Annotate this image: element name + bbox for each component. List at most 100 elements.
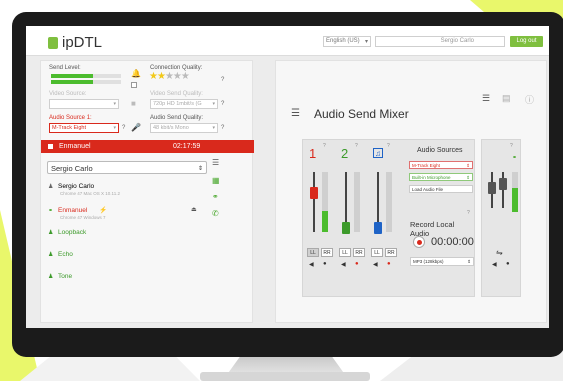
master-fader-right[interactable]	[499, 178, 507, 190]
help-icon[interactable]: ?	[467, 210, 470, 216]
audio-source-label: Audio Source 1:	[49, 115, 92, 121]
star-icon: ★	[172, 71, 182, 82]
audio-source-1-select[interactable]: M-Track Eight ⇕	[409, 161, 473, 169]
file-channel-icon: ♫	[373, 148, 383, 158]
link-icon[interactable]: ⇋	[496, 248, 503, 257]
channel-1-number: 1	[309, 146, 317, 161]
contact-name: Sergio Carlo	[58, 183, 95, 190]
audio-send-quality-value: 48 kbit/s Mono	[153, 125, 189, 131]
microphone-icon[interactable]: 🎤	[131, 123, 141, 132]
person-icon: ♟	[48, 274, 54, 280]
help-icon[interactable]: ?	[221, 101, 224, 107]
help-icon[interactable]: ?	[122, 125, 125, 131]
load-audio-file-button[interactable]: Load Audio File	[409, 185, 473, 193]
help-icon[interactable]: ?	[221, 77, 224, 83]
contact-name: Enmanuel	[58, 207, 88, 214]
microphone-icon[interactable]: ●	[323, 261, 327, 267]
microphone-icon[interactable]: ●	[506, 261, 510, 267]
chevron-down-icon: ▾	[212, 125, 215, 131]
help-icon[interactable]: ?	[355, 143, 358, 149]
contact-group-value: Sergio Carlo	[51, 164, 93, 173]
share-icon[interactable]: ⚭	[512, 154, 517, 161]
contact-item[interactable]: ♟ Sergio Carlo Chrome 47 Mac OS X 10.11.2	[48, 183, 120, 196]
contact-group-select[interactable]: Sergio Carlo ⇕	[47, 161, 207, 174]
record-button[interactable]	[413, 236, 425, 248]
channel-2-ll-button[interactable]: LL	[339, 248, 351, 257]
add-call-icon[interactable]: ✆	[212, 209, 219, 218]
star-icon: ★	[156, 71, 166, 82]
video-send-quality-select[interactable]: 720p HD 1mbit/s (G ▾	[150, 99, 218, 109]
chevron-down-icon: ▾	[212, 101, 215, 107]
send-level-meter	[51, 74, 121, 78]
star-icon: ★	[180, 71, 190, 82]
connection-quality-stars: ★★★★★	[149, 71, 190, 82]
document-icon[interactable]: ▤	[502, 93, 511, 104]
channel-3-rr-button[interactable]: RR	[385, 248, 397, 257]
channel-1-meter-fill	[322, 211, 328, 232]
alert-checkbox[interactable]	[131, 82, 137, 88]
active-call-bar[interactable]: Enmanuel 02:17:59	[41, 140, 254, 153]
info-icon[interactable]: ⓘ	[525, 93, 534, 106]
speaker-icon[interactable]: ◀	[309, 261, 314, 268]
contact-name: Echo	[58, 251, 73, 258]
logout-button[interactable]: Log out	[510, 36, 543, 47]
active-call-timer: 02:17:59	[173, 143, 201, 150]
bell-icon[interactable]: 🔔	[131, 69, 141, 78]
help-icon[interactable]: ?	[387, 143, 390, 149]
audio-source-2-select[interactable]: Built-in Microphone ⇕	[409, 173, 473, 181]
chevron-down-icon: ▾	[364, 39, 368, 45]
video-source-select[interactable]: ▾	[49, 99, 119, 109]
help-icon[interactable]: ?	[510, 143, 513, 149]
contact-item[interactable]: ♟ Loopback	[48, 229, 86, 236]
help-icon[interactable]: ?	[323, 143, 326, 149]
app-screen: ipDTL English (US) ▾ Sergio Carlo Log ou…	[26, 26, 549, 328]
active-call-name: Enmanuel	[59, 143, 91, 150]
mixer-channels: 1 ? LL RR ◀ ● 2 ? LL RR ◀ ● ♫ ? LL RR ◀ …	[302, 139, 475, 297]
contact-item[interactable]: ♟ Tone	[48, 273, 72, 280]
speaker-icon[interactable]: ◀	[341, 261, 346, 268]
audio-source-select[interactable]: M-Track Eight ▾	[49, 123, 119, 133]
person-icon: ♟	[48, 230, 54, 236]
record-format-select[interactable]: MP3 (128kbps) ⇕	[410, 257, 474, 266]
user-name-field: Sergio Carlo	[375, 36, 505, 47]
share-icon[interactable]: ⚭	[212, 192, 219, 201]
video-send-quality-label: Video Send Quality:	[150, 91, 203, 97]
channel-1-track	[313, 172, 315, 232]
audio-source-2-value: Built-in Microphone	[412, 175, 451, 180]
settings-panel: Send Level: 🔔 Connection Quality: ★★★★★ …	[40, 60, 254, 323]
star-icon: ★	[149, 71, 158, 82]
mixer-icon[interactable]: ☰	[482, 93, 490, 104]
record-format-value: MP3 (128kbps)	[413, 259, 444, 264]
record-time: 00:00:00	[431, 236, 474, 248]
channel-2-fader[interactable]	[342, 222, 350, 234]
channel-3-fader[interactable]	[374, 222, 382, 234]
speaker-icon[interactable]: ◀	[492, 261, 497, 268]
master-fader-left[interactable]	[488, 182, 496, 194]
send-level-fill	[51, 74, 93, 78]
video-source-label: Video Source:	[49, 91, 87, 97]
eject-icon[interactable]: ⏏	[191, 206, 197, 213]
logo-icon	[48, 36, 58, 49]
audio-source-value: M-Track Eight	[52, 125, 87, 131]
channel-3-ll-button[interactable]: LL	[371, 248, 383, 257]
chevron-down-icon: ⇕	[467, 259, 471, 264]
channel-1-ll-button[interactable]: LL	[307, 248, 319, 257]
channel-1-rr-button[interactable]: RR	[321, 248, 333, 257]
speaker-icon[interactable]: ◀	[373, 261, 378, 268]
channel-2-number: 2	[341, 146, 349, 161]
stop-icon[interactable]	[48, 144, 53, 149]
microphone-muted-icon[interactable]: ●	[387, 261, 391, 267]
audio-send-quality-select[interactable]: 48 kbit/s Mono ▾	[150, 123, 218, 133]
channel-2-rr-button[interactable]: RR	[353, 248, 365, 257]
channel-1-fader[interactable]	[310, 187, 318, 199]
list-icon[interactable]: ☰	[212, 158, 219, 167]
microphone-muted-icon[interactable]: ●	[355, 261, 359, 267]
chevron-down-icon: ▾	[113, 101, 116, 107]
lightning-icon: ⚡	[99, 207, 108, 214]
grid-icon[interactable]: ▦	[212, 176, 220, 185]
contact-item[interactable]: ⚭ Enmanuel ⚡ Chrome 47 Windows 7	[48, 206, 107, 220]
contact-item[interactable]: ♟ Echo	[48, 251, 73, 258]
chevron-down-icon: ▾	[113, 125, 116, 131]
language-select[interactable]: English (US) ▾	[323, 36, 371, 47]
help-icon[interactable]: ?	[221, 125, 224, 131]
